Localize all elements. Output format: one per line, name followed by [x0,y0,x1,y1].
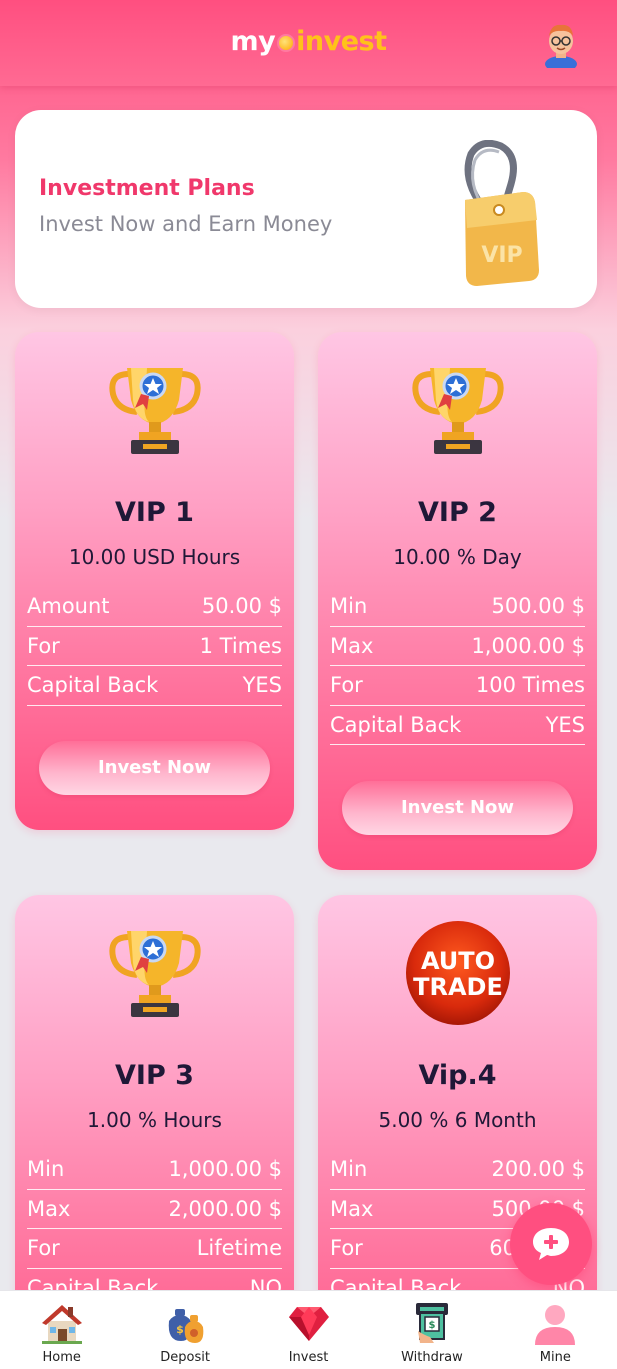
detail-label: Min [330,1157,368,1182]
nav-item-deposit[interactable]: $ Deposit [123,1291,246,1369]
detail-row: Capital Back YES [27,666,282,706]
auto-trade-badge-icon: AUTO TRADE [405,921,510,1025]
detail-row: For Lifetime [27,1229,282,1269]
chat-plus-icon [533,1228,569,1260]
detail-label: For [330,1236,363,1261]
logo-text-left: my [230,26,276,57]
plan-rate: 5.00 % 6 Month [378,1108,537,1132]
nav-item-withdraw[interactable]: $ Withdraw [370,1291,493,1369]
plan-name: VIP 2 [418,497,497,528]
plan-details: Min 500.00 $ Max 1,000.00 $ For 100 Times C… [330,587,585,745]
detail-value: 500.00 $ [491,594,585,619]
detail-value: YES [545,712,585,737]
nav-label: Deposit [160,1350,210,1365]
svg-text:$: $ [428,1320,435,1331]
detail-value: YES [242,673,282,698]
invest-now-button[interactable]: Invest Now [39,741,270,795]
badge-line-2: TRADE [413,973,503,1001]
nav-label: Home [42,1350,81,1365]
detail-label: Amount [27,594,110,619]
detail-value: 1 Times [199,633,282,658]
nav-label: Invest [288,1350,329,1365]
svg-text:$: $ [176,1323,184,1336]
detail-label: Max [330,633,374,658]
detail-row: For 1 Times [27,627,282,666]
trophy-icon [108,368,201,454]
chat-support-button[interactable] [510,1203,592,1285]
detail-row: Min 500.00 $ [330,587,585,627]
detail-row: Max 1,000.00 $ [330,627,585,666]
plan-rate: 10.00 USD Hours [68,545,241,569]
detail-value: 1,000.00 $ [471,633,585,658]
detail-label: Max [330,1196,374,1221]
logo-text-right: invest [296,26,387,57]
detail-row: For 100 Times [330,666,585,706]
withdraw-icon: $ [415,1303,448,1343]
plan-name: VIP 1 [115,497,194,528]
vip-tag-icon: VIP [464,140,539,286]
vip-tag-text: VIP [481,243,522,268]
detail-label: Max [27,1196,71,1221]
detail-value: 200.00 $ [491,1157,585,1182]
detail-row: Capital Back YES [330,706,585,745]
detail-value: 100 Times [475,673,585,698]
detail-label: Capital Back [27,673,159,698]
nav-label: Mine [539,1350,571,1365]
badge-line-1: AUTO [420,947,494,975]
nav-label: Withdraw [401,1350,463,1365]
detail-label: For [27,1236,60,1261]
nav-item-mine[interactable]: Mine [494,1291,617,1369]
detail-row: Max 2,000.00 $ [27,1190,282,1229]
bottom-nav: Home $ Deposit Invest $ Withdraw Mine [0,1290,617,1369]
plan-card-vip2: VIP 2 10.00 % Day Min 500.00 $ Max 1,000.0… [318,332,597,870]
banner-title: Investment Plans [39,176,255,201]
plan-rate: 10.00 % Day [393,545,522,569]
detail-label: For [330,673,363,698]
detail-value: 2,000.00 $ [168,1196,282,1221]
plan-name: Vip.4 [418,1060,497,1091]
investment-plans-banner: Investment Plans Invest Now and Earn Mon… [15,110,597,308]
plan-details: Amount 50.00 $ For 1 Times Capital Back YES [27,587,282,706]
brand-logo[interactable]: my invest [0,26,617,57]
deposit-icon: $ [168,1309,204,1343]
banner-subtitle: Invest Now and Earn Money [39,212,333,236]
detail-row: Min 200.00 $ [330,1150,585,1190]
plan-card-vip1: VIP 1 10.00 USD Hours Amount 50.00 $ For 1… [15,332,294,830]
detail-row: Min 1,000.00 $ [27,1150,282,1190]
coin-icon [277,34,296,52]
plan-rate: 1.00 % Hours [87,1108,222,1132]
detail-value: 50.00 $ [201,594,282,619]
invest-icon [288,1307,329,1341]
nav-item-home[interactable]: Home [0,1291,123,1369]
nav-item-invest[interactable]: Invest [247,1291,370,1369]
detail-value: Lifetime [196,1236,282,1261]
mine-icon [535,1305,576,1345]
plan-details: Min 1,000.00 $ Max 2,000.00 $ For Lifetime … [27,1150,282,1308]
detail-label: For [27,633,60,658]
detail-label: Capital Back [330,712,462,737]
top-header: my invest [0,0,617,86]
user-avatar-icon[interactable] [539,20,583,68]
trophy-icon [108,931,201,1017]
detail-label: Min [27,1157,65,1182]
invest-now-button[interactable]: Invest Now [342,781,573,835]
plan-name: VIP 3 [115,1060,194,1091]
app-root: my invest Investment Plans Invest Now and… [0,0,617,1369]
detail-value: 1,000.00 $ [168,1157,282,1182]
trophy-icon [411,368,504,454]
detail-label: Min [330,594,368,619]
home-icon [41,1305,82,1344]
detail-row: Amount 50.00 $ [27,587,282,627]
